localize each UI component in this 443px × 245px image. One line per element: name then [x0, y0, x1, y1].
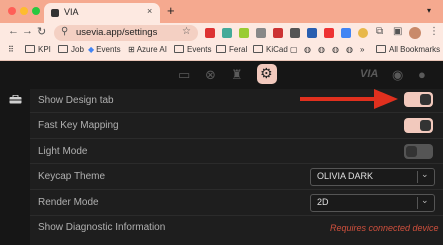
requires-device-message: Requires connected device: [330, 223, 439, 233]
bookmark-azure-ai[interactable]: ⊞ Azure AI: [128, 45, 167, 54]
new-tab-button[interactable]: +: [167, 3, 175, 18]
forward-icon[interactable]: →: [22, 25, 33, 37]
minimize-window-button[interactable]: [20, 7, 28, 15]
bookmark-kicad[interactable]: KiCad: [253, 45, 288, 54]
bookmark-job[interactable]: Job: [58, 45, 84, 54]
keycap-theme-value: OLIVIA DARK: [317, 171, 374, 181]
settings-tab-button[interactable]: ⚙: [257, 64, 277, 84]
via-favicon-icon: [51, 9, 59, 17]
divider: [30, 215, 443, 216]
more-bookmarks-icon[interactable]: »: [360, 45, 364, 54]
star-icon[interactable]: ☆: [182, 26, 191, 37]
divider: [30, 163, 443, 164]
keycap-theme-select[interactable]: OLIVIA DARK ⌄: [310, 168, 435, 186]
setting-label-show-design-tab: Show Design tab: [38, 95, 114, 106]
bookmark-events[interactable]: ◆ Events: [88, 45, 121, 54]
settings-sidebar: [0, 89, 31, 245]
design-icon[interactable]: ♜: [231, 67, 243, 83]
bookmark-icon[interactable]: ◍: [332, 45, 339, 54]
close-window-button[interactable]: [8, 7, 16, 15]
maximize-window-button[interactable]: [32, 7, 40, 15]
annotation-arrow: [300, 89, 398, 109]
chevron-down-icon[interactable]: ⌄: [421, 195, 429, 206]
extension-icon[interactable]: [222, 28, 232, 38]
extensions-icon[interactable]: ⧉: [376, 26, 383, 37]
site-info-icon[interactable]: ⚲: [61, 26, 68, 37]
chevron-down-icon[interactable]: ⌄: [421, 169, 429, 180]
select-divider: [417, 197, 418, 209]
extension-icon[interactable]: [324, 28, 334, 38]
extension-icon[interactable]: [273, 28, 283, 38]
toolbox-icon[interactable]: [9, 95, 22, 104]
select-divider: [417, 171, 418, 183]
menu-icon[interactable]: ⋮: [429, 26, 439, 37]
keyboard-icon[interactable]: ▭: [178, 67, 190, 83]
tab-close-icon[interactable]: ×: [147, 6, 152, 16]
tab-search-chevron-icon[interactable]: ▾: [427, 6, 431, 15]
light-mode-toggle[interactable]: [404, 144, 433, 159]
setting-label-show-diagnostic-information: Show Diagnostic Information: [38, 222, 166, 233]
debug-icon[interactable]: ⊗: [205, 67, 216, 83]
discord-icon[interactable]: ◉: [392, 67, 403, 83]
divider: [30, 138, 443, 139]
bookmarks-bar: ⠿ KPI Job ◆ Events ⊞ Azure AI Events Feral…: [0, 43, 443, 61]
back-icon[interactable]: ←: [8, 25, 19, 37]
reload-icon[interactable]: ↻: [37, 25, 46, 38]
bookmark-feral[interactable]: Feral: [216, 45, 247, 54]
bookmark-icon[interactable]: ◍: [304, 45, 311, 54]
github-icon[interactable]: ●: [418, 67, 426, 82]
setting-label-fast-key-mapping: Fast Key Mapping: [38, 120, 119, 131]
side-panel-icon[interactable]: ▣: [393, 26, 402, 37]
extension-icon[interactable]: [205, 28, 215, 38]
toggle-knob: [420, 120, 431, 131]
show-design-tab-toggle[interactable]: [404, 92, 433, 107]
extension-icon[interactable]: [256, 28, 266, 38]
render-mode-select[interactable]: 2D ⌄: [310, 194, 435, 212]
all-bookmarks[interactable]: All Bookmarks: [376, 45, 440, 54]
extension-icon[interactable]: [341, 28, 351, 38]
fast-key-mapping-toggle[interactable]: [404, 118, 433, 133]
toggle-knob: [420, 94, 431, 105]
divider: [30, 112, 443, 113]
profile-icon[interactable]: [409, 27, 421, 39]
tab-title: VIA: [64, 7, 79, 17]
browser-tab[interactable]: VIA ×: [44, 3, 160, 23]
bookmark-kpi[interactable]: KPI: [25, 45, 51, 54]
browser-tab-strip: VIA × + ▾: [0, 0, 443, 23]
extension-icon[interactable]: [239, 28, 249, 38]
bookmark-events-2[interactable]: Events: [174, 45, 211, 54]
extension-icon[interactable]: [307, 28, 317, 38]
extension-icon[interactable]: [358, 28, 368, 38]
toggle-knob: [406, 146, 417, 157]
url-text: usevia.app/settings: [76, 27, 158, 38]
via-logo[interactable]: VIA: [360, 68, 378, 80]
divider: [30, 189, 443, 190]
setting-label-keycap-theme: Keycap Theme: [38, 171, 106, 182]
setting-label-render-mode: Render Mode: [38, 197, 99, 208]
bookmark-icon[interactable]: ▢: [290, 45, 298, 54]
browser-toolbar: ← → ↻ ⚲ usevia.app/settings ☆ ⧉ ▣ ⋮: [0, 23, 443, 43]
render-mode-value: 2D: [317, 197, 329, 207]
apps-grid-icon[interactable]: ⠿: [8, 45, 14, 54]
bookmark-icon[interactable]: ◍: [318, 45, 325, 54]
extension-icon[interactable]: [290, 28, 300, 38]
address-bar[interactable]: ⚲ usevia.app/settings ☆: [54, 25, 198, 41]
gear-icon: ⚙: [260, 65, 273, 81]
bookmark-icon[interactable]: ◍: [346, 45, 353, 54]
setting-label-light-mode: Light Mode: [38, 146, 88, 157]
